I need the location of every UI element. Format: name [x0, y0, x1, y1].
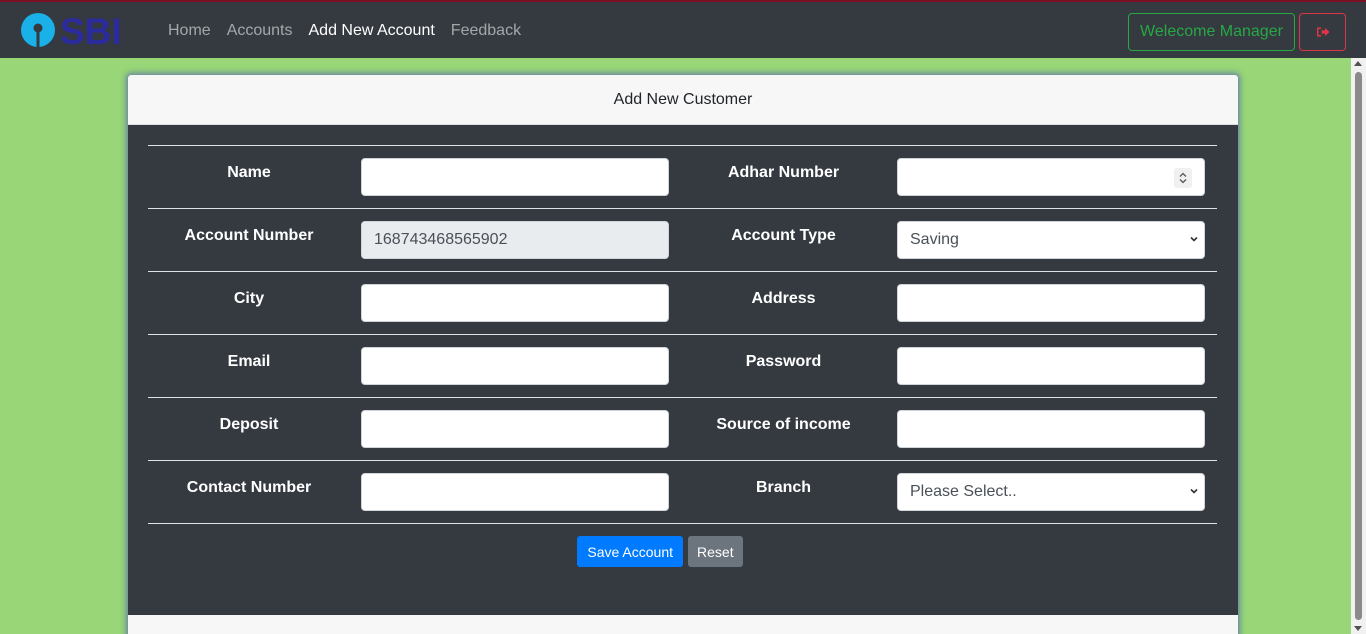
source-of-income-input[interactable]: [897, 410, 1205, 448]
sign-out-icon: [1316, 27, 1329, 37]
form-actions: Save Account Reset: [128, 536, 1238, 567]
deposit-input[interactable]: [361, 410, 669, 448]
reset-button[interactable]: Reset: [688, 536, 743, 567]
account-type-value: Saving: [910, 231, 959, 248]
nav-home[interactable]: Home: [160, 2, 219, 60]
form-row: Deposit Source of income: [148, 397, 1217, 461]
form-row: City Address: [148, 271, 1217, 335]
brand-text: SBI: [60, 13, 122, 47]
password-label: Password: [745, 353, 822, 370]
password-input[interactable]: [897, 347, 1205, 385]
form-row: Account Number 168743468565902 Account T…: [148, 208, 1217, 272]
card-footer: [128, 615, 1238, 634]
account-number-label: Account Number: [184, 227, 314, 244]
email-label: Email: [227, 353, 271, 370]
sbi-logo[interactable]: SBI: [16, 13, 144, 47]
nav-links: Home Accounts Add New Account Feedback: [160, 2, 529, 60]
card-title: Add New Customer: [128, 75, 1238, 125]
branch-select[interactable]: Please Select..: [897, 473, 1205, 511]
account-type-label: Account Type: [731, 227, 836, 244]
account-number-input: 168743468565902: [361, 221, 669, 259]
scroll-down-icon[interactable]: [1354, 626, 1362, 631]
name-label: Name: [227, 164, 271, 181]
spinner-up-icon[interactable]: [1179, 172, 1187, 177]
nav-feedback[interactable]: Feedback: [443, 2, 529, 60]
scroll-thumb[interactable]: [1355, 72, 1362, 620]
chevron-down-icon: [1190, 488, 1198, 494]
email-input[interactable]: [361, 347, 669, 385]
customer-form: Name Adhar Number Account Number 1687434…: [148, 145, 1217, 524]
address-label: Address: [751, 290, 816, 307]
spinner-down-icon[interactable]: [1179, 179, 1187, 184]
adhar-number-input[interactable]: [897, 158, 1205, 196]
welcome-manager-button[interactable]: Welecome Manager: [1128, 13, 1295, 51]
contact-number-input[interactable]: [361, 473, 669, 511]
contact-number-label: Contact Number: [186, 479, 312, 496]
vertical-scrollbar[interactable]: [1351, 58, 1366, 634]
address-input[interactable]: [897, 284, 1205, 322]
number-spinner[interactable]: [1174, 168, 1192, 188]
logout-button[interactable]: [1299, 13, 1346, 51]
branch-label: Branch: [755, 479, 812, 496]
city-input[interactable]: [361, 284, 669, 322]
add-customer-card: Add New Customer Name Adhar Number Accou…: [128, 75, 1238, 634]
scroll-up-icon[interactable]: [1354, 61, 1362, 66]
nav-add-new-account[interactable]: Add New Account: [301, 2, 443, 60]
name-input[interactable]: [361, 158, 669, 196]
navbar: SBI Home Accounts Add New Account Feedba…: [0, 0, 1366, 58]
form-row: Name Adhar Number: [148, 145, 1217, 209]
city-label: City: [233, 290, 265, 307]
form-row: Contact Number Branch Please Select..: [148, 460, 1217, 524]
branch-value: Please Select..: [910, 483, 1017, 500]
adhar-label: Adhar Number: [727, 164, 840, 181]
nav-accounts[interactable]: Accounts: [219, 2, 301, 60]
source-of-income-label: Source of income: [716, 416, 851, 433]
account-type-select[interactable]: Saving: [897, 221, 1205, 259]
deposit-label: Deposit: [219, 416, 279, 433]
chevron-down-icon: [1190, 236, 1198, 242]
form-row: Email Password: [148, 334, 1217, 398]
save-account-button[interactable]: Save Account: [577, 536, 684, 567]
